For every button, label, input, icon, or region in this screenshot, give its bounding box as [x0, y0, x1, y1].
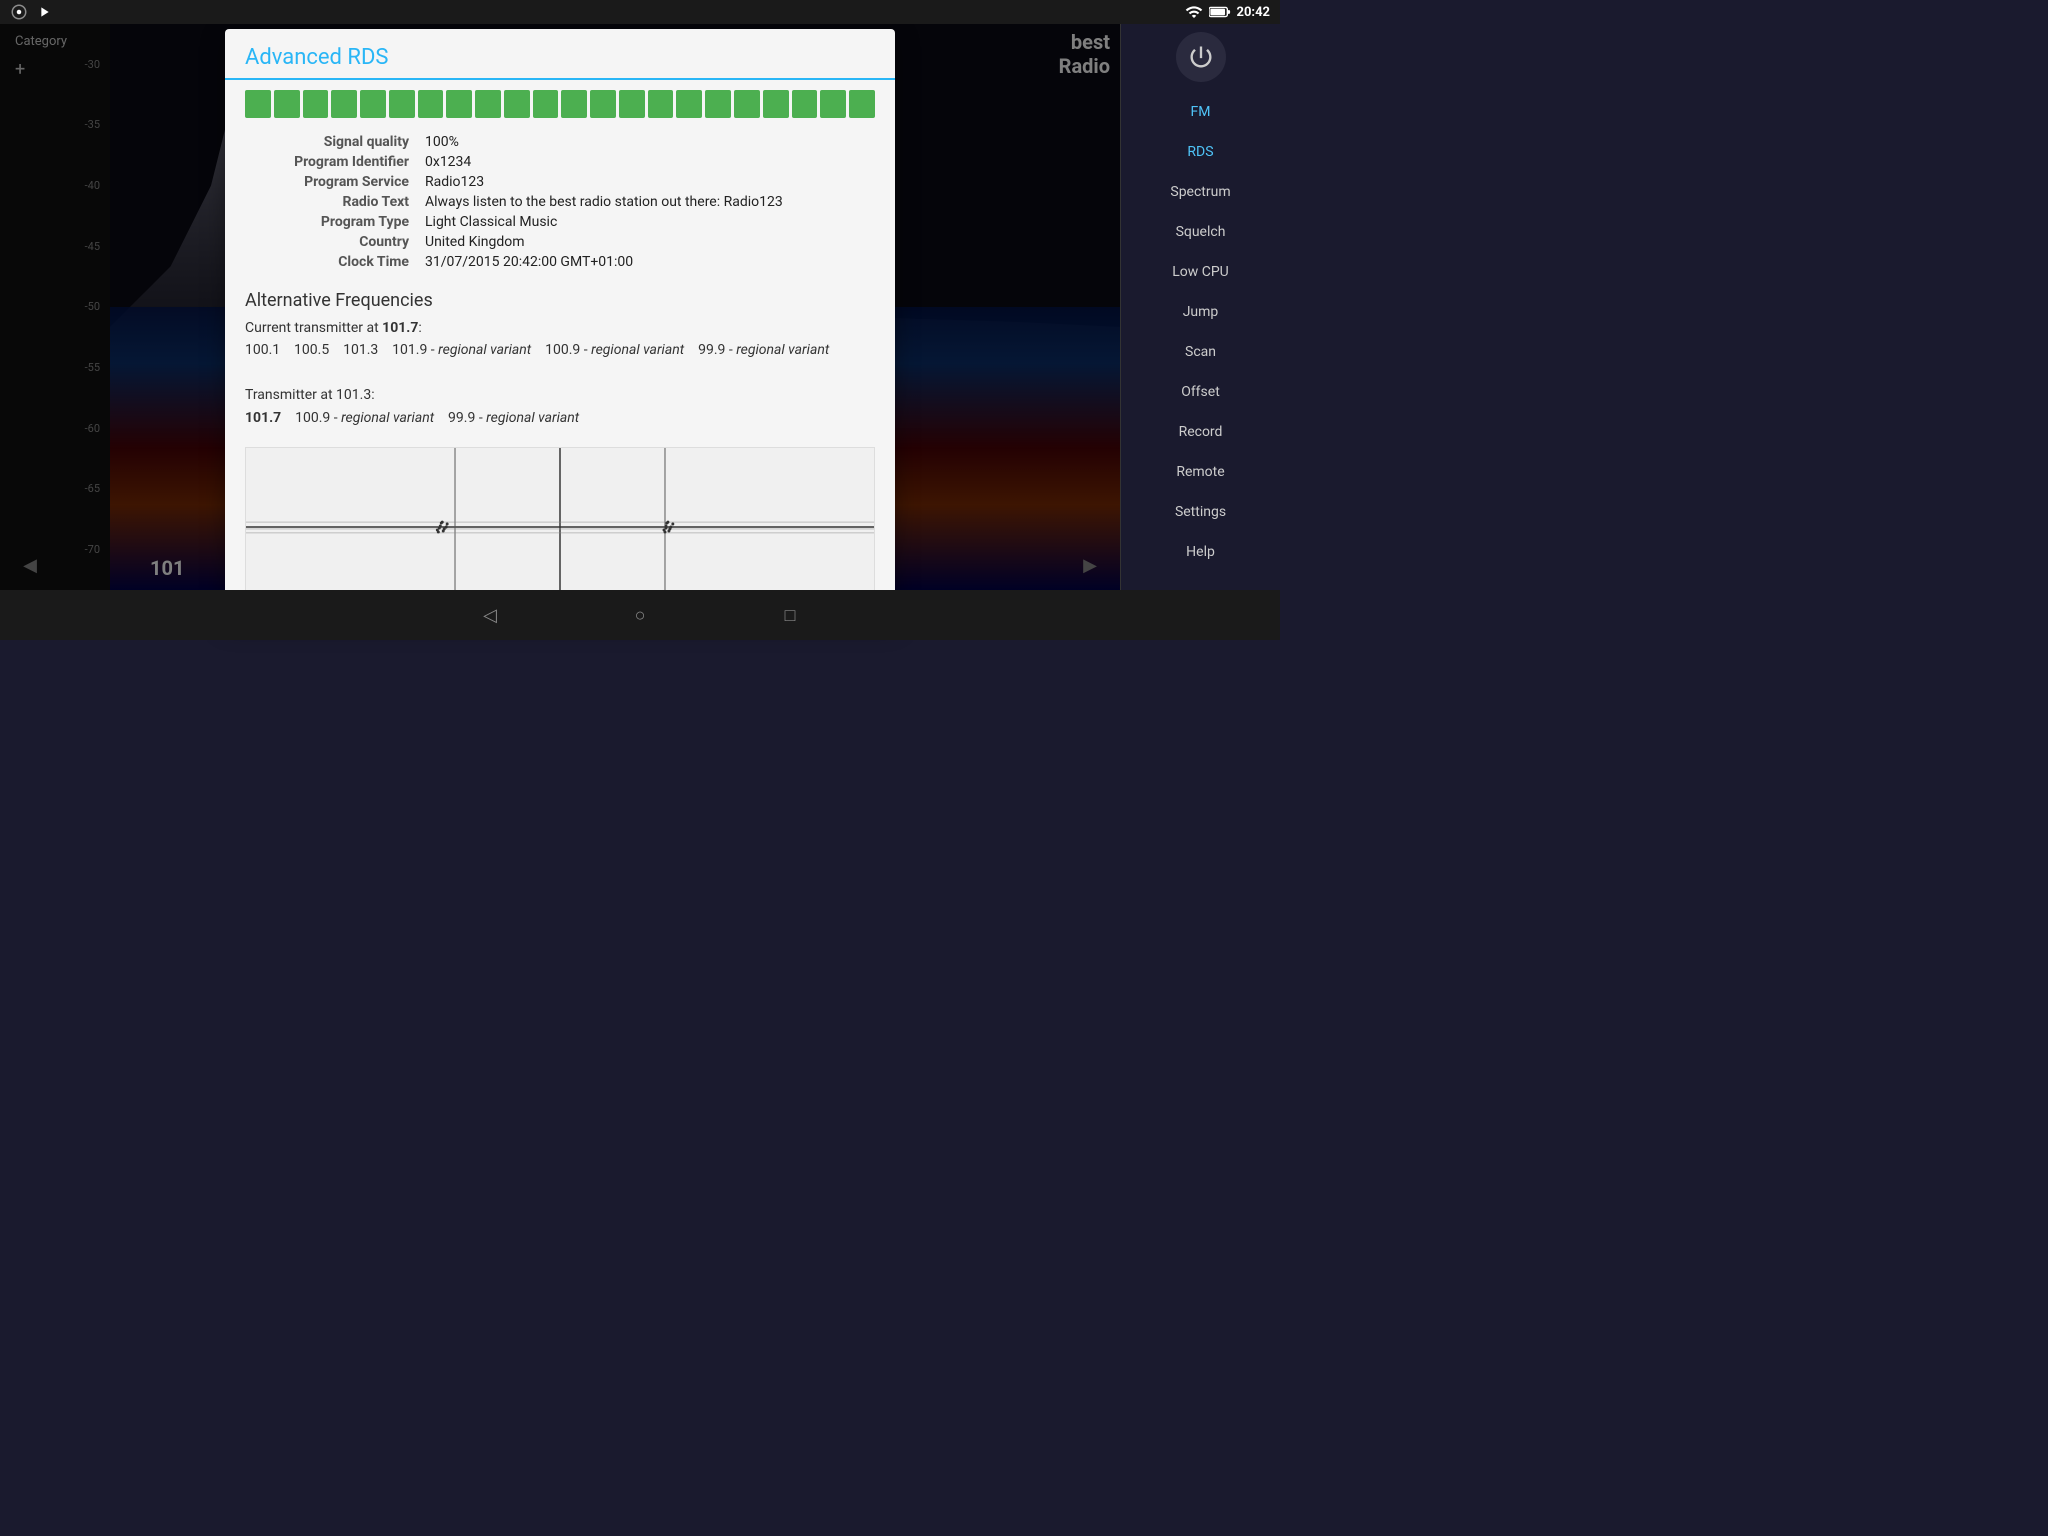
- info-row-ps: Program Service Radio123: [245, 172, 875, 192]
- info-row-pt: Program Type Light Classical Music: [245, 212, 875, 232]
- signal-bar: [360, 90, 386, 118]
- signal-bar: [504, 90, 530, 118]
- sidebar-item-record[interactable]: Record: [1131, 414, 1271, 450]
- current-transmitter-label: Current transmitter at 101.7:: [245, 317, 875, 339]
- status-time: 20:42: [1237, 5, 1271, 20]
- dialog-title: Advanced RDS: [245, 45, 875, 70]
- info-label-ps: Program Service: [245, 174, 425, 190]
- signal-bar: [676, 90, 702, 118]
- nav-back-button[interactable]: ◁: [475, 600, 505, 630]
- battery-icon: [1209, 5, 1231, 19]
- info-label-pid: Program Identifier: [245, 154, 425, 170]
- signal-bar: [705, 90, 731, 118]
- signal-bar: [763, 90, 789, 118]
- sidebar-item-rds[interactable]: RDS: [1131, 134, 1271, 170]
- transmitter-2-label: Transmitter at 101.3:: [245, 384, 875, 406]
- info-row-pid: Program Identifier 0x1234: [245, 152, 875, 172]
- navigation-bar: ◁ ○ □: [0, 590, 1280, 640]
- signal-bar: [820, 90, 846, 118]
- info-label-pt: Program Type: [245, 214, 425, 230]
- signal-bar: [331, 90, 357, 118]
- signal-bar: [648, 90, 674, 118]
- right-sidebar: FM RDS Spectrum Squelch Low CPU Jump Sca…: [1120, 24, 1280, 590]
- info-label-clock: Clock Time: [245, 254, 425, 270]
- signal-bar: [734, 90, 760, 118]
- nav-recent-button[interactable]: □: [775, 600, 805, 630]
- wifi-icon: [1185, 3, 1203, 21]
- signal-bar: [792, 90, 818, 118]
- signal-bar: [590, 90, 616, 118]
- power-button[interactable]: [1176, 32, 1226, 82]
- sidebar-item-scan[interactable]: Scan: [1131, 334, 1271, 370]
- status-right: 20:42: [1185, 3, 1271, 21]
- signal-bar: [274, 90, 300, 118]
- nav-home-button[interactable]: ○: [625, 600, 655, 630]
- play-icon: [36, 4, 52, 20]
- signal-bar: [418, 90, 444, 118]
- signal-bar: [561, 90, 587, 118]
- signal-bar: [303, 90, 329, 118]
- info-value-rt: Always listen to the best radio station …: [425, 194, 875, 210]
- sidebar-item-lowcpu[interactable]: Low CPU: [1131, 254, 1271, 290]
- info-row-signal: Signal quality 100%: [245, 132, 875, 152]
- status-bar: 20:42: [0, 0, 1280, 24]
- signal-bar: [619, 90, 645, 118]
- info-label-country: Country: [245, 234, 425, 250]
- info-value-signal: 100%: [425, 134, 875, 150]
- sidebar-item-remote[interactable]: Remote: [1131, 454, 1271, 490]
- info-value-ps: Radio123: [425, 174, 875, 190]
- info-value-pid: 0x1234: [425, 154, 875, 170]
- dialog-header: Advanced RDS: [225, 29, 895, 80]
- sidebar-item-settings[interactable]: Settings: [1131, 494, 1271, 530]
- signal-bar: [245, 90, 271, 118]
- status-left: [10, 3, 52, 21]
- signal-bar: [849, 90, 875, 118]
- sidebar-item-squelch[interactable]: Squelch: [1131, 214, 1271, 250]
- radio-icon: [10, 3, 28, 21]
- freq-list-2: 101.7 100.9 - regional variant 99.9 - re…: [245, 407, 875, 429]
- info-row-clock: Clock Time 31/07/2015 20:42:00 GMT+01:00: [245, 252, 875, 272]
- alt-freq-title: Alternative Frequencies: [225, 282, 895, 315]
- info-value-clock: 31/07/2015 20:42:00 GMT+01:00: [425, 254, 875, 270]
- sidebar-item-fm[interactable]: FM: [1131, 94, 1271, 130]
- info-row-country: Country United Kingdom: [245, 232, 875, 252]
- advanced-rds-dialog: Advanced RDS: [225, 29, 895, 619]
- info-label-rt: Radio Text: [245, 194, 425, 210]
- signal-bar: [475, 90, 501, 118]
- sidebar-item-offset[interactable]: Offset: [1131, 374, 1271, 410]
- dialog-overlay: Advanced RDS: [0, 24, 1120, 590]
- sidebar-item-spectrum[interactable]: Spectrum: [1131, 174, 1271, 210]
- constellation-diagram: [245, 447, 875, 607]
- info-value-pt: Light Classical Music: [425, 214, 875, 230]
- signal-bar-container: [225, 80, 895, 128]
- signal-bar: [533, 90, 559, 118]
- alt-freq-content: Current transmitter at 101.7: 100.1 100.…: [225, 315, 895, 437]
- freq-list-1: 100.1 100.5 101.3 101.9 - regional varia…: [245, 339, 875, 361]
- info-label-signal: Signal quality: [245, 134, 425, 150]
- info-value-country: United Kingdom: [425, 234, 875, 250]
- sidebar-item-help[interactable]: Help: [1131, 534, 1271, 570]
- info-row-rt: Radio Text Always listen to the best rad…: [245, 192, 875, 212]
- sidebar-item-jump[interactable]: Jump: [1131, 294, 1271, 330]
- signal-bar: [389, 90, 415, 118]
- signal-bar: [446, 90, 472, 118]
- info-table: Signal quality 100% Program Identifier 0…: [225, 128, 895, 282]
